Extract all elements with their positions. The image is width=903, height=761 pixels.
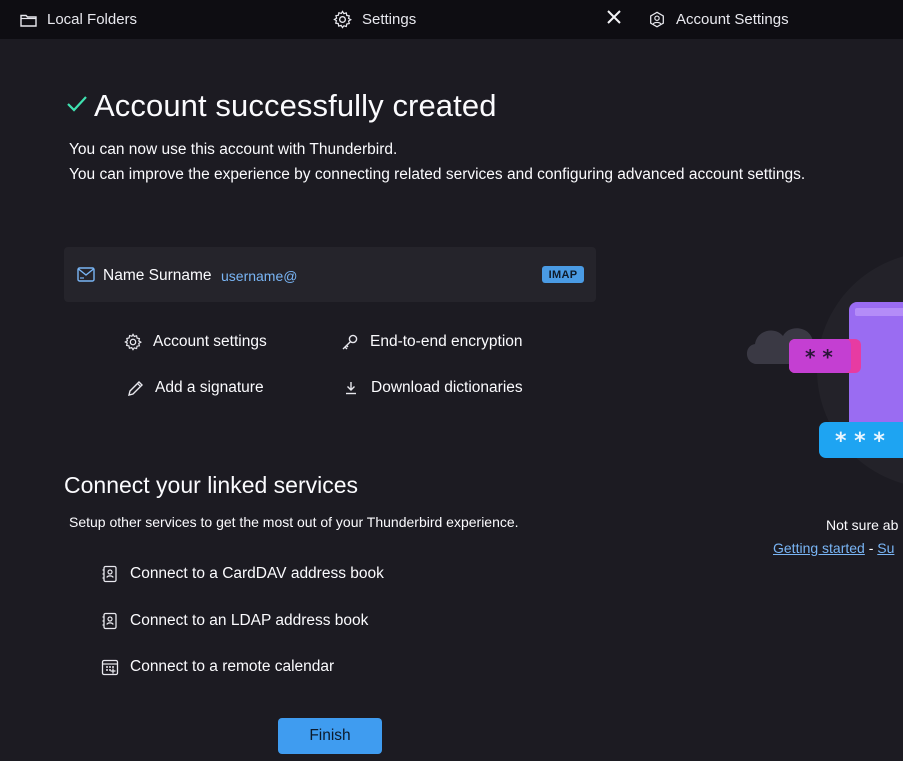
account-settings-link[interactable]: Account settings xyxy=(122,331,267,353)
gear-icon xyxy=(333,10,352,29)
description-line-2: You can improve the experience by connec… xyxy=(69,166,806,183)
tab-local-folders[interactable]: Local Folders xyxy=(20,0,137,39)
checkmark-icon xyxy=(66,95,88,118)
tab-label: Account Settings xyxy=(676,11,789,28)
download-dictionaries-link[interactable]: Download dictionaries xyxy=(340,377,523,399)
account-card: Name Surname username@ IMAP xyxy=(64,247,596,302)
account-name: Name Surname xyxy=(103,267,212,284)
service-label: Connect to a remote calendar xyxy=(130,658,335,675)
svg-text:* *: * * xyxy=(805,345,833,369)
tab-settings[interactable]: Settings xyxy=(333,0,416,39)
account-settings-icon xyxy=(648,11,666,29)
folder-icon xyxy=(20,13,37,27)
address-book-icon xyxy=(100,564,120,584)
service-label: Connect to a CardDAV address book xyxy=(130,565,384,582)
action-label: Download dictionaries xyxy=(371,379,523,396)
connect-calendar-link[interactable]: Connect to a remote calendar xyxy=(100,657,334,677)
address-book-icon xyxy=(100,611,120,631)
support-link[interactable]: Su xyxy=(877,540,894,556)
download-icon xyxy=(340,377,362,399)
pencil-icon xyxy=(124,377,146,399)
action-label: End-to-end encryption xyxy=(370,333,523,350)
page-title: Account successfully created xyxy=(94,88,497,123)
connect-ldap-link[interactable]: Connect to an LDAP address book xyxy=(100,611,368,631)
help-links: Getting started - Su xyxy=(773,540,894,556)
action-label: Add a signature xyxy=(155,379,264,396)
action-label: Account settings xyxy=(153,333,267,350)
account-email: username@ xyxy=(221,268,298,284)
svg-text:* * *: * * * xyxy=(835,429,885,454)
help-separator: - xyxy=(864,540,878,556)
getting-started-link[interactable]: Getting started xyxy=(773,540,865,556)
gear-icon xyxy=(122,331,144,353)
service-label: Connect to an LDAP address book xyxy=(130,612,369,629)
tab-label: Settings xyxy=(362,11,417,28)
success-header: Account successfully created xyxy=(66,88,497,124)
linked-services-heading: Connect your linked services xyxy=(64,472,359,498)
tab-bar: Local Folders Settings Account Settings xyxy=(0,0,903,39)
connect-carddav-link[interactable]: Connect to a CardDAV address book xyxy=(100,564,384,584)
help-text: Not sure ab xyxy=(826,517,899,533)
add-signature-link[interactable]: Add a signature xyxy=(124,377,264,399)
key-icon xyxy=(339,331,361,353)
account-illustration: * * * * * xyxy=(735,250,903,500)
description-line-1: You can now use this account with Thunde… xyxy=(69,141,398,158)
finish-button[interactable]: Finish xyxy=(278,718,382,754)
linked-services-description: Setup other services to get the most out… xyxy=(69,514,519,530)
protocol-badge: IMAP xyxy=(542,266,584,283)
calendar-icon xyxy=(100,657,120,677)
mail-account-icon xyxy=(77,267,95,287)
tab-account-settings[interactable]: Account Settings xyxy=(648,0,789,39)
close-icon xyxy=(607,9,621,29)
close-tab-button[interactable] xyxy=(603,8,625,30)
tab-label: Local Folders xyxy=(47,11,138,28)
e2e-encryption-link[interactable]: End-to-end encryption xyxy=(339,331,523,353)
